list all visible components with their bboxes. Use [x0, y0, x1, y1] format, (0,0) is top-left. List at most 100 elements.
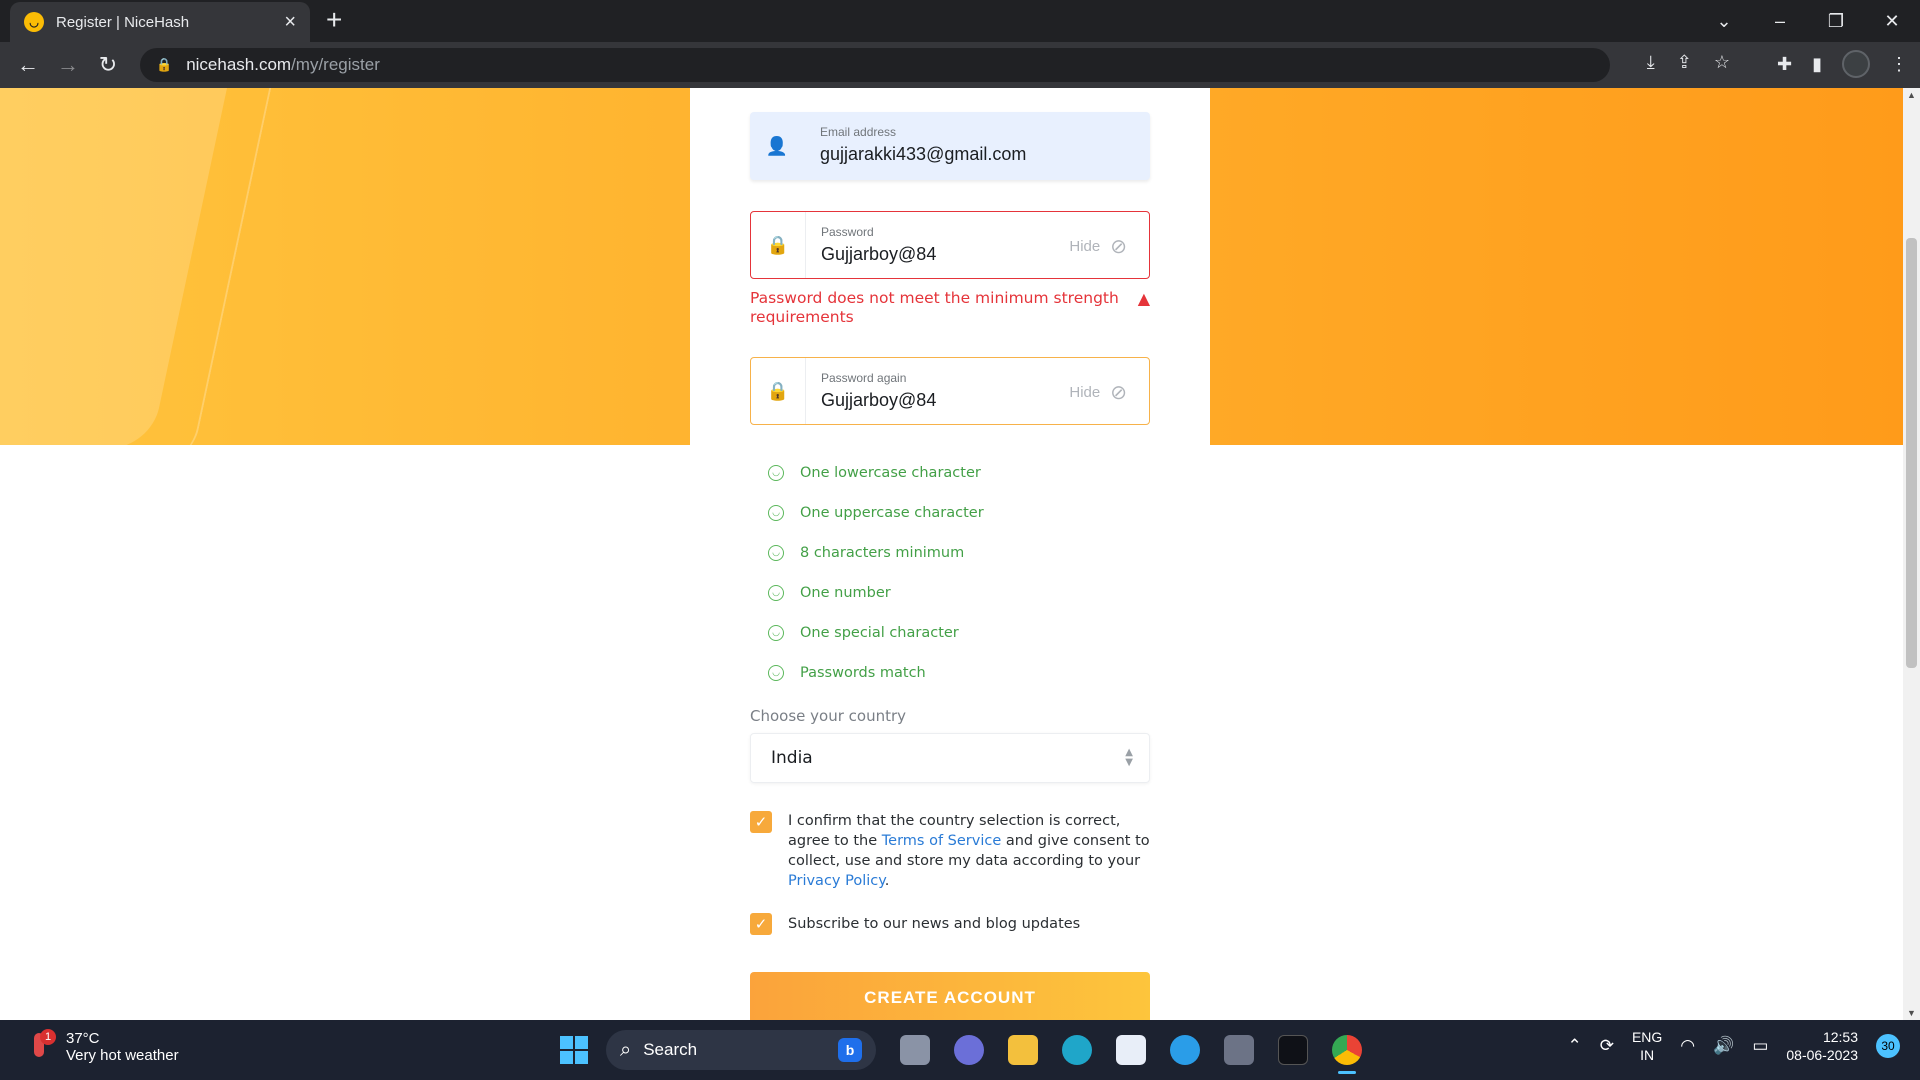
terminal-icon — [1278, 1035, 1308, 1065]
edge-icon — [1062, 1035, 1092, 1065]
smiley-icon: ◡ — [768, 465, 784, 481]
close-tab-icon[interactable]: × — [284, 11, 296, 34]
password-error: Password does not meet the minimum stren… — [750, 289, 1150, 327]
battery-icon[interactable]: ▭ — [1752, 1036, 1768, 1056]
teams-icon — [954, 1035, 984, 1065]
file-explorer-button[interactable] — [996, 1028, 1050, 1072]
browser-tab-bar: ◡ Register | NiceHash × + ⌄ – ❐ ✕ — [0, 0, 1920, 42]
password-again-input[interactable]: Gujjarboy@84 — [821, 390, 936, 411]
email-field[interactable]: 👤 Email address gujjarakki433@gmail.com — [750, 112, 1150, 180]
email-label: Email address — [820, 125, 897, 139]
password-requirements: ◡ One lowercase character ◡ One uppercase … — [768, 453, 984, 693]
search-label: Search — [643, 1040, 698, 1059]
smiley-icon: ◡ — [768, 665, 784, 681]
install-app-icon[interactable]: ⤓ — [1647, 52, 1655, 73]
eye-off-icon: ⊘ — [1110, 382, 1127, 404]
smiley-icon: ◡ — [768, 585, 784, 601]
tab-search-icon[interactable]: ⌄ — [1696, 0, 1752, 42]
browser-tab[interactable]: ◡ Register | NiceHash × — [10, 2, 310, 42]
url-path: /my/register — [291, 55, 380, 74]
smiley-icon: ◡ — [768, 545, 784, 561]
back-icon[interactable]: ← — [8, 52, 48, 78]
terms-link[interactable]: Terms of Service — [882, 833, 1001, 849]
consent-text: I confirm that the country selection is … — [788, 813, 1150, 889]
edge-button[interactable] — [1050, 1028, 1104, 1072]
chrome-button[interactable] — [1320, 1028, 1374, 1074]
password-again-hide-toggle[interactable]: Hide ⊘ — [1069, 380, 1127, 405]
subscribe-checkbox[interactable]: ✓ — [750, 913, 772, 935]
windows-taskbar: 1 37°C Very hot weather ⌕ Search b ⌃ ⟳ E… — [0, 1020, 1920, 1080]
nicehash-favicon-icon: ◡ — [24, 12, 44, 32]
smiley-icon: ◡ — [768, 505, 784, 521]
register-card: 👤 Email address gujjarakki433@gmail.com … — [690, 88, 1210, 1020]
scroll-up-icon[interactable]: ▲ — [1903, 90, 1920, 100]
country-label: Choose your country — [750, 707, 907, 725]
wifi-icon[interactable]: ◠ — [1680, 1036, 1695, 1056]
restore-icon[interactable]: ❐ — [1808, 0, 1864, 42]
eye-off-icon: ⊘ — [1110, 236, 1127, 258]
menu-kebab-icon[interactable]: ⋮ — [1890, 54, 1908, 75]
minimize-icon[interactable]: – — [1752, 0, 1808, 42]
bing-icon[interactable]: b — [838, 1038, 862, 1062]
create-account-button[interactable]: CREATE ACCOUNT — [750, 972, 1150, 1020]
requirement-item: ◡ One number — [768, 573, 984, 613]
lock-icon: 🔒 — [766, 380, 790, 401]
subscribe-row: ✓ Subscribe to our news and blog updates — [750, 913, 1150, 935]
consent-row: ✓ I confirm that the country selection i… — [750, 811, 1150, 891]
side-panel-icon[interactable]: ▮ — [1812, 54, 1822, 75]
reload-icon[interactable]: ↻ — [88, 52, 128, 78]
start-button[interactable] — [552, 1028, 596, 1072]
taskbar-search[interactable]: ⌕ Search b — [606, 1030, 876, 1070]
privacy-link[interactable]: Privacy Policy — [788, 873, 885, 889]
volume-icon[interactable]: 🔊 — [1713, 1036, 1734, 1056]
camera-button[interactable] — [1212, 1028, 1266, 1072]
task-view-button[interactable] — [888, 1028, 942, 1072]
page-scrollbar[interactable]: ▲ ▼ — [1903, 88, 1920, 1020]
lock-icon[interactable]: 🔒 — [156, 57, 172, 73]
store-button[interactable] — [1104, 1028, 1158, 1072]
address-bar[interactable]: 🔒 nicehash.com/my/register — [140, 48, 1610, 82]
close-window-icon[interactable]: ✕ — [1864, 0, 1920, 42]
scroll-thumb[interactable] — [1906, 238, 1917, 668]
new-tab-icon[interactable]: + — [326, 6, 342, 34]
sync-icon[interactable]: ⟳ — [1600, 1036, 1614, 1056]
notification-badge[interactable]: 30 — [1876, 1034, 1900, 1058]
bookmark-star-icon[interactable]: ☆ — [1714, 52, 1730, 73]
chrome-icon — [1332, 1035, 1362, 1065]
tab-title: Register | NiceHash — [56, 13, 190, 31]
weather-badge: 1 — [40, 1029, 56, 1045]
forward-icon[interactable]: → — [48, 52, 88, 78]
page-viewport: 👤 Email address gujjarakki433@gmail.com … — [0, 88, 1903, 1020]
share-icon[interactable]: ⇪ — [1677, 52, 1692, 73]
lock-icon: 🔒 — [766, 234, 790, 255]
camera-icon — [1224, 1035, 1254, 1065]
password-field[interactable]: 🔒 Password Gujjarboy@84 Hide ⊘ — [750, 211, 1150, 279]
clock[interactable]: 12:53 08-06-2023 — [1786, 1028, 1858, 1064]
date: 08-06-2023 — [1786, 1047, 1858, 1063]
hide-label: Hide — [1069, 384, 1101, 401]
language-indicator[interactable]: ENG IN — [1632, 1028, 1662, 1064]
consent-checkbox[interactable]: ✓ — [750, 811, 772, 833]
chevron-up-icon[interactable]: ⌃ — [1567, 1036, 1581, 1056]
extensions-icon[interactable]: ✚ — [1777, 54, 1792, 75]
profile-avatar[interactable] — [1842, 50, 1870, 78]
teams-chat-button[interactable] — [942, 1028, 996, 1072]
thermometer-icon: 1 — [28, 1029, 56, 1063]
requirement-item: ◡ Passwords match — [768, 653, 984, 693]
scroll-down-icon[interactable]: ▼ — [1903, 1008, 1920, 1018]
weather-widget[interactable]: 1 37°C Very hot weather — [28, 1029, 179, 1064]
password-input[interactable]: Gujjarboy@84 — [821, 244, 936, 265]
country-select[interactable]: India ▲ ▼ — [750, 733, 1150, 783]
requirement-item: ◡ 8 characters minimum — [768, 533, 984, 573]
store-icon — [1116, 1035, 1146, 1065]
password-again-field[interactable]: 🔒 Password again Gujjarboy@84 Hide ⊘ — [750, 357, 1150, 425]
window-controls: ⌄ – ❐ ✕ — [1696, 0, 1920, 42]
warning-icon: ▲ — [1137, 289, 1150, 308]
password-hide-toggle[interactable]: Hide ⊘ — [1069, 234, 1127, 259]
requirement-item: ◡ One special character — [768, 613, 984, 653]
search-icon: ⌕ — [620, 1038, 632, 1061]
system-tray: ⌃ ⟳ ENG IN ◠ 🔊 ▭ 12:53 08-06-2023 30 — [1567, 1028, 1900, 1064]
help-button[interactable] — [1158, 1028, 1212, 1072]
email-input[interactable]: gujjarakki433@gmail.com — [820, 144, 1026, 165]
mysql-button[interactable] — [1266, 1028, 1320, 1072]
